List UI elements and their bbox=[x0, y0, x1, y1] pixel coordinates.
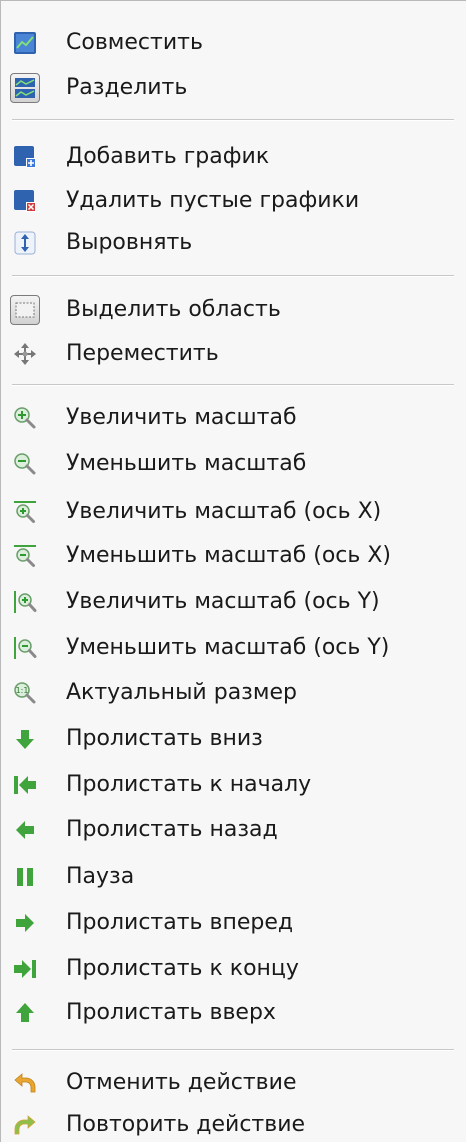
remove-empty-charts-icon bbox=[12, 188, 38, 214]
menu-item-pause[interactable]: Пауза bbox=[1, 857, 461, 897]
zoom-out-y-icon bbox=[12, 635, 38, 661]
menu-item-label: Добавить график bbox=[66, 144, 270, 169]
menu-separator bbox=[12, 119, 454, 121]
menu-item-label: Пролистать вверх bbox=[66, 1000, 276, 1025]
split-charts-icon bbox=[10, 73, 40, 103]
menu-item-add-chart[interactable]: Добавить график bbox=[1, 137, 461, 177]
arrow-down-icon bbox=[12, 726, 38, 752]
arrow-up-icon bbox=[12, 1000, 38, 1026]
menu-item-label: Уменьшить масштаб (ось X) bbox=[66, 543, 392, 568]
undo-icon bbox=[12, 1070, 38, 1096]
arrow-right-icon bbox=[12, 910, 38, 936]
menu-item-move[interactable]: Переместить bbox=[1, 334, 461, 374]
add-chart-icon bbox=[12, 144, 38, 170]
menu-item-align[interactable]: Выровнять bbox=[1, 223, 461, 263]
zoom-in-y-icon bbox=[12, 589, 38, 615]
menu-item-split[interactable]: Разделить bbox=[1, 68, 461, 108]
menu-item-label: Повторить действие bbox=[66, 1112, 306, 1137]
menu-separator bbox=[12, 1049, 454, 1051]
pause-icon bbox=[12, 864, 38, 890]
combine-charts-icon bbox=[12, 30, 38, 56]
menu-item-combine[interactable]: Совместить bbox=[1, 23, 461, 63]
zoom-out-x-icon bbox=[12, 543, 38, 569]
menu-item-label: Совместить bbox=[66, 30, 203, 55]
menu-item-scroll-up[interactable]: Пролистать вверх bbox=[1, 993, 461, 1033]
menu-item-label: Переместить bbox=[66, 341, 219, 366]
menu-item-label: Увеличить масштаб bbox=[66, 405, 297, 430]
zoom-in-x-icon bbox=[12, 499, 38, 525]
redo-icon bbox=[12, 1112, 38, 1138]
select-area-icon bbox=[10, 295, 40, 325]
menu-item-label: Уменьшить масштаб bbox=[66, 451, 307, 476]
menu-item-label: Разделить bbox=[66, 75, 188, 100]
go-first-icon bbox=[12, 772, 38, 798]
menu-item-scroll-end[interactable]: Пролистать к концу bbox=[1, 949, 461, 989]
menu-item-scroll-down[interactable]: Пролистать вниз bbox=[1, 719, 461, 759]
menu-item-zoom-out[interactable]: Уменьшить масштаб bbox=[1, 444, 461, 484]
menu-item-label: Пролистать вниз bbox=[66, 726, 263, 751]
menu-item-zoom-in-x[interactable]: Увеличить масштаб (ось X) bbox=[1, 492, 461, 532]
menu-item-scroll-forward[interactable]: Пролистать вперед bbox=[1, 903, 461, 943]
menu-item-scroll-back[interactable]: Пролистать назад bbox=[1, 810, 461, 850]
menu-item-label: Выделить область bbox=[66, 297, 281, 322]
menu-item-zoom-in-y[interactable]: Увеличить масштаб (ось Y) bbox=[1, 582, 461, 622]
menu-item-label: Выровнять bbox=[66, 230, 193, 255]
menu-item-zoom-out-y[interactable]: Уменьшить масштаб (ось Y) bbox=[1, 628, 461, 668]
menu-item-label: Увеличить масштаб (ось X) bbox=[66, 499, 382, 524]
arrow-left-icon bbox=[12, 817, 38, 843]
menu-item-label: Пролистать к началу bbox=[66, 772, 312, 797]
menu-item-select-area[interactable]: Выделить область bbox=[1, 290, 461, 330]
menu-item-scroll-start[interactable]: Пролистать к началу bbox=[1, 765, 461, 805]
menu-item-actual-size[interactable]: 1:1 Актуальный размер bbox=[1, 673, 461, 713]
go-last-icon bbox=[12, 956, 38, 982]
svg-text:1:1: 1:1 bbox=[16, 686, 29, 695]
menu-item-label: Актуальный размер bbox=[66, 680, 297, 705]
menu-item-redo[interactable]: Повторить действие bbox=[1, 1105, 461, 1145]
align-vertical-icon bbox=[12, 230, 38, 256]
menu-item-label: Уменьшить масштаб (ось Y) bbox=[66, 635, 390, 660]
menu-item-label: Отменить действие bbox=[66, 1070, 297, 1095]
menu-item-label: Пролистать назад bbox=[66, 817, 278, 842]
menu-item-label: Пауза bbox=[66, 864, 135, 889]
menu-item-remove-empty[interactable]: Удалить пустые графики bbox=[1, 181, 461, 221]
menu-item-label: Пролистать к концу bbox=[66, 956, 299, 981]
menu-item-zoom-out-x[interactable]: Уменьшить масштаб (ось X) bbox=[1, 536, 461, 576]
context-menu: Совместить Разделить Добавить график Уда… bbox=[0, 0, 466, 1142]
menu-item-label: Пролистать вперед bbox=[66, 910, 294, 935]
zoom-in-icon bbox=[12, 405, 38, 431]
menu-separator bbox=[12, 384, 454, 386]
menu-item-undo[interactable]: Отменить действие bbox=[1, 1063, 461, 1103]
menu-item-label: Увеличить масштаб (ось Y) bbox=[66, 589, 380, 614]
menu-item-zoom-in[interactable]: Увеличить масштаб bbox=[1, 398, 461, 438]
move-icon bbox=[12, 341, 38, 367]
menu-item-label: Удалить пустые графики bbox=[66, 188, 360, 213]
zoom-out-icon bbox=[12, 451, 38, 477]
zoom-actual-size-icon: 1:1 bbox=[12, 680, 38, 706]
menu-separator bbox=[12, 275, 454, 277]
